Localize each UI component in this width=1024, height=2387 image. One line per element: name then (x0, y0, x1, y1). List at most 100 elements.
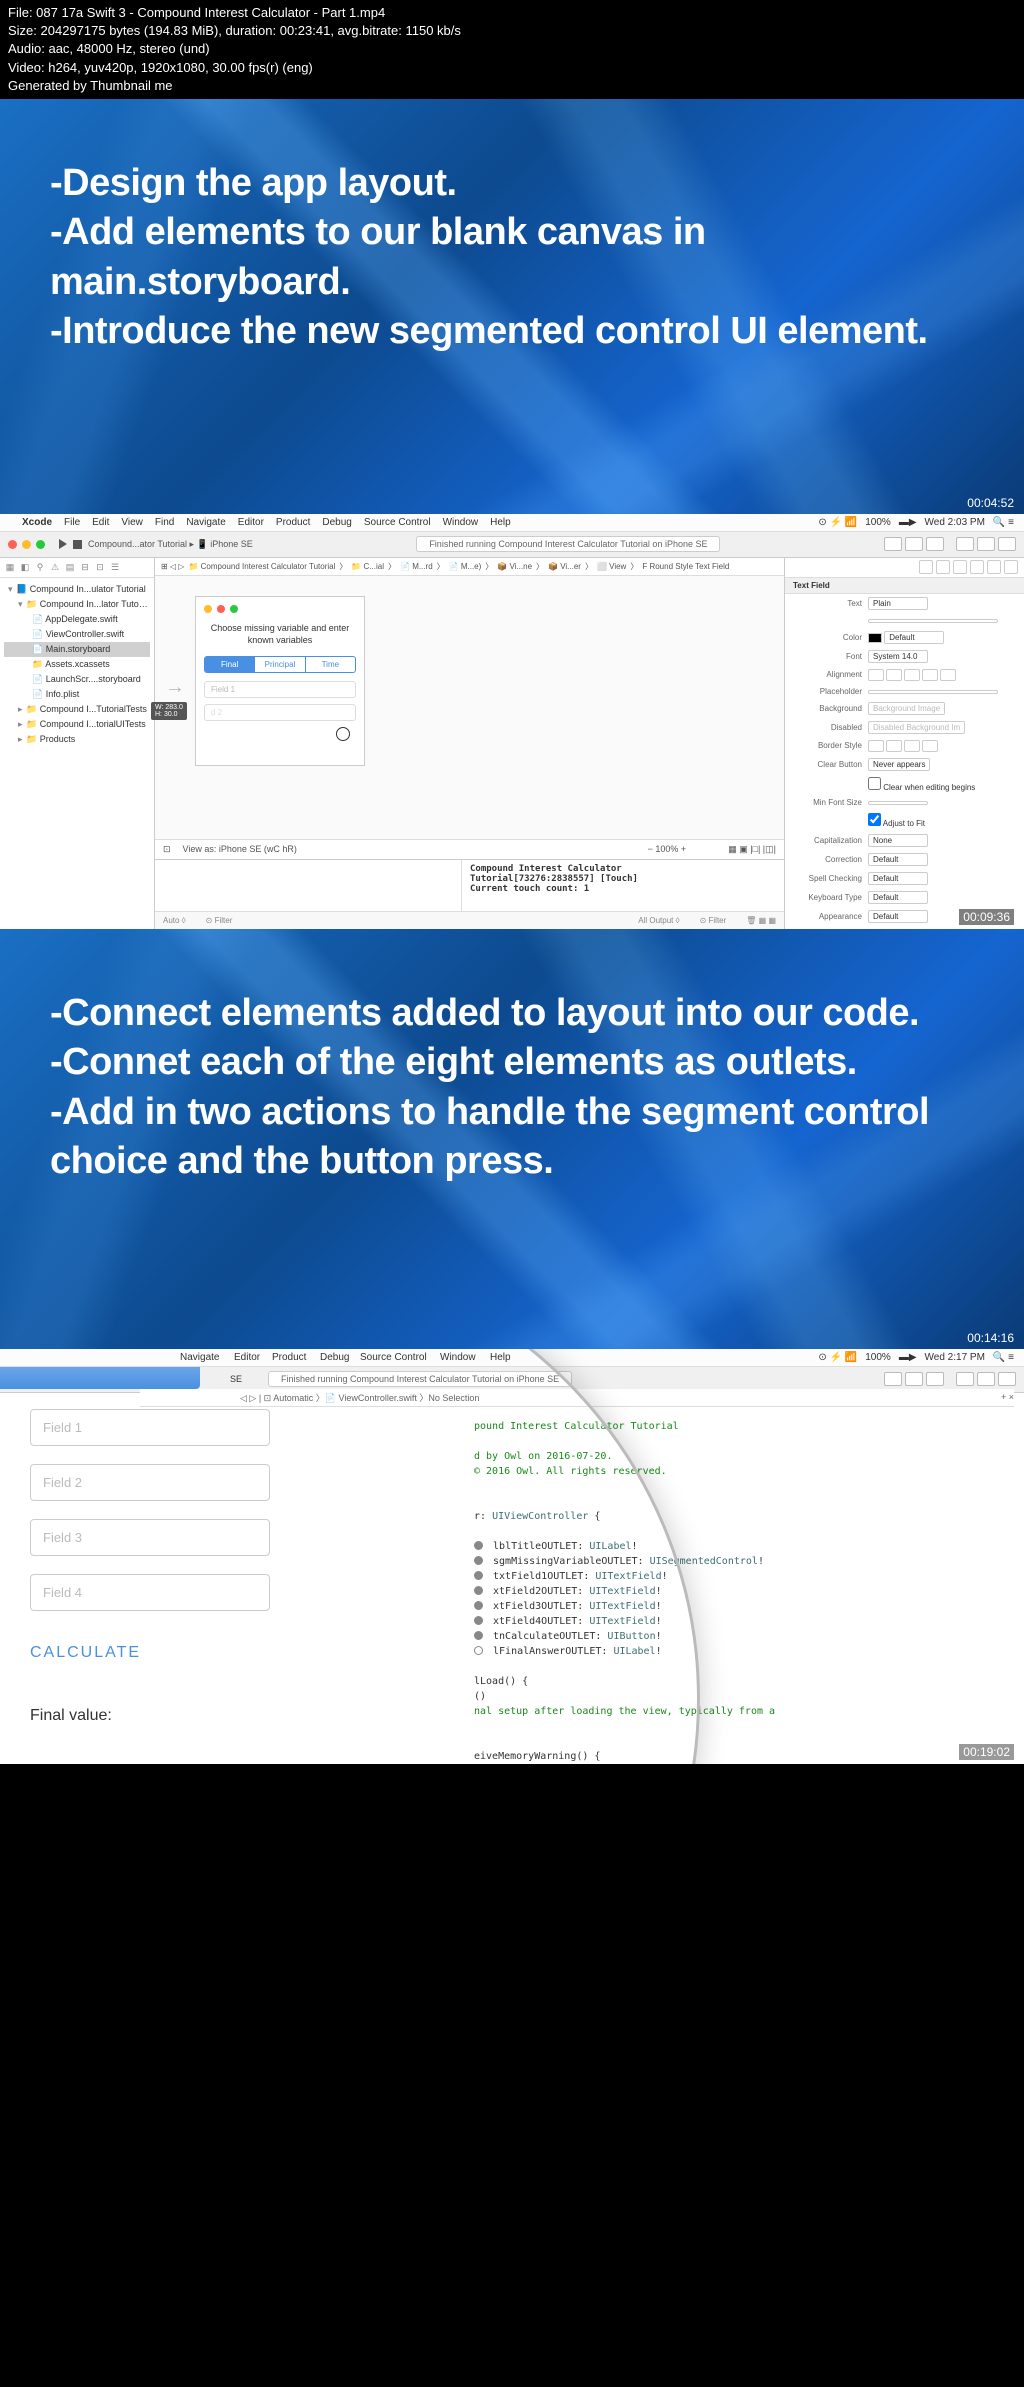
field-4-preview[interactable]: Field 4 (30, 1574, 270, 1611)
nav-root[interactable]: ▾📘 Compound In...ulator Tutorial (4, 582, 150, 597)
outlet-ring-icon[interactable] (474, 1616, 483, 1625)
navigator-panel: ▦◧⚲⚠▤⊟⊡☰ ▾📘 Compound In...ulator Tutoria… (0, 558, 155, 929)
field-2[interactable]: d 2 (204, 704, 356, 721)
principal-tab (0, 1367, 200, 1389)
menu-view[interactable]: View (121, 517, 143, 528)
text-value-input[interactable] (868, 619, 998, 623)
cursor-icon (336, 727, 350, 741)
mac-menubar-2: Navigate Editor Product Debug Source Con… (0, 1349, 1024, 1367)
right-panel-icon[interactable] (998, 537, 1016, 551)
navigator-tabs[interactable]: ▦◧⚲⚠▤⊟⊡☰ (0, 558, 154, 578)
calculate-button[interactable]: CALCULATE (30, 1629, 270, 1677)
menu-edit[interactable]: Edit (92, 517, 109, 528)
window-controls[interactable] (8, 540, 45, 549)
meta-generated: Generated by Thumbnail me (8, 77, 1016, 95)
nav-appdelegate[interactable]: 📄 AppDelegate.swift (4, 612, 150, 627)
menu-navigate-2[interactable]: Navigate (180, 1352, 219, 1363)
seg-principal[interactable]: Principal (255, 657, 305, 672)
nav-viewcontroller[interactable]: 📄 ViewController.swift (4, 627, 150, 642)
jump-bar[interactable]: ⊞ ◁ ▷ 📁 Compound Interest Calculator Tut… (155, 558, 784, 576)
bottom-panel-icon[interactable] (977, 537, 995, 551)
outlet-ring-icon[interactable] (474, 1541, 483, 1550)
standard-editor-icon[interactable] (884, 537, 902, 551)
menu-editor[interactable]: Editor (238, 517, 264, 528)
alignment-buttons[interactable] (868, 669, 1016, 681)
meta-size: Size: 204297175 bytes (194.83 MiB), dura… (8, 22, 1016, 40)
auto-selector[interactable]: Auto ◊ (163, 916, 186, 925)
seg-final[interactable]: Final (205, 657, 255, 672)
search-icon[interactable]: 🔍 ≡ (993, 517, 1014, 528)
code-editor[interactable]: pound Interest Calculator Tutorial d by … (464, 1409, 1024, 1764)
slide2-line1: -Connect elements added to layout into o… (50, 989, 974, 1038)
placeholder-input[interactable] (868, 690, 998, 694)
menu-file[interactable]: File (64, 517, 80, 528)
nav-mainstoryboard[interactable]: 📄 Main.storyboard (4, 642, 150, 657)
segmented-control[interactable]: Final Principal Time (204, 656, 356, 673)
console-filter-bar: Auto ◊ ⊙ Filter All Output ◊ ⊙ Filter 🗑 … (155, 911, 784, 929)
scheme-selector[interactable]: Compound...ator Tutorial ▸ 📱 iPhone SE (88, 539, 253, 550)
adjust-fit-checkbox[interactable] (868, 813, 881, 826)
field-1-preview[interactable]: Field 1 (30, 1409, 270, 1446)
assistant-editor-icon[interactable] (905, 537, 923, 551)
nav-tests[interactable]: ▸📁 Compound I...TutorialTests (4, 702, 150, 717)
color-swatch[interactable] (868, 633, 882, 643)
canvas-title-label[interactable]: Choose missing variable and enter known … (204, 623, 356, 646)
zoom-controls[interactable]: − 100% + (648, 844, 687, 854)
app-name[interactable]: Xcode (22, 517, 52, 528)
run-button[interactable] (59, 539, 67, 549)
clear-editing-checkbox[interactable] (868, 777, 881, 790)
inspector-header: Text Field (785, 578, 1024, 594)
view-as-label[interactable]: View as: iPhone SE (wC hR) (183, 844, 297, 854)
editor-area: ⊞ ◁ ▷ 📁 Compound Interest Calculator Tut… (155, 558, 784, 929)
menu-help[interactable]: Help (490, 517, 511, 528)
all-output-selector[interactable]: All Output ◊ (638, 916, 679, 925)
outlet-ring-icon[interactable] (474, 1631, 483, 1640)
canvas-bottom-bar: ⊡ View as: iPhone SE (wC hR) − 100% + ▦ … (155, 839, 784, 859)
timestamp-3: 00:14:16 (967, 1331, 1014, 1345)
field-3-preview[interactable]: Field 3 (30, 1519, 270, 1556)
stop-button[interactable] (73, 540, 82, 549)
nav-infoplist[interactable]: 📄 Info.plist (4, 687, 150, 702)
project-nav-icon[interactable]: ▦ (4, 561, 16, 573)
minimize-icon[interactable] (22, 540, 31, 549)
menu-find[interactable]: Find (155, 517, 174, 528)
outlet-ring-icon[interactable] (474, 1601, 483, 1610)
menu-window[interactable]: Window (443, 517, 479, 528)
menu-source-control[interactable]: Source Control (364, 517, 431, 528)
seg-time[interactable]: Time (306, 657, 355, 672)
interface-builder-canvas[interactable]: → Choose missing variable and enter know… (155, 576, 784, 839)
wifi-icon-2[interactable]: ⊙ ⚡ 📶 (818, 1352, 857, 1363)
menu-debug[interactable]: Debug (322, 517, 351, 528)
outlet-ring-icon[interactable] (474, 1556, 483, 1565)
nav-launchscreen[interactable]: 📄 LaunchScr....storyboard (4, 672, 150, 687)
outlet-ring-icon[interactable] (474, 1646, 483, 1655)
outlet-ring-icon[interactable] (474, 1586, 483, 1595)
clock-2: Wed 2:17 PM (925, 1352, 985, 1363)
timestamp-2: 00:09:36 (959, 909, 1014, 925)
version-editor-icon[interactable] (926, 537, 944, 551)
nav-products[interactable]: ▸📁 Products (4, 732, 150, 747)
outlet-ring-icon[interactable] (474, 1571, 483, 1580)
inspector-panel: Text Field TextPlain Color Default FontS… (784, 558, 1024, 929)
editor-mode-buttons[interactable] (884, 537, 1016, 551)
border-style-buttons[interactable] (868, 740, 1016, 752)
nav-folder[interactable]: ▾📁 Compound In...lator Tutorial (4, 597, 150, 612)
field-2-preview[interactable]: Field 2 (30, 1464, 270, 1501)
iphone-canvas[interactable]: Choose missing variable and enter known … (195, 596, 365, 766)
font-select[interactable]: System 14.0 (868, 650, 928, 663)
battery-pct: 100% (865, 517, 891, 528)
left-panel-icon[interactable] (956, 537, 974, 551)
slide1-line2: -Add elements to our blank canvas in mai… (50, 208, 974, 307)
field-1[interactable]: Field 1 (204, 681, 356, 698)
text-type-select[interactable]: Plain (868, 597, 928, 610)
nav-uitests[interactable]: ▸📁 Compound I...torialUITests (4, 717, 150, 732)
menu-navigate[interactable]: Navigate (186, 517, 225, 528)
menu-product[interactable]: Product (276, 517, 310, 528)
maximize-icon[interactable] (36, 540, 45, 549)
slide2-line3: -Add in two actions to handle the segmen… (50, 1088, 974, 1187)
close-icon[interactable] (8, 540, 17, 549)
battery-icon: ▬▶ (899, 517, 917, 528)
inspector-tabs[interactable] (785, 558, 1024, 578)
nav-assets[interactable]: 📁 Assets.xcassets (4, 657, 150, 672)
wifi-icon[interactable]: ⊙ ⚡ 📶 (818, 517, 857, 528)
